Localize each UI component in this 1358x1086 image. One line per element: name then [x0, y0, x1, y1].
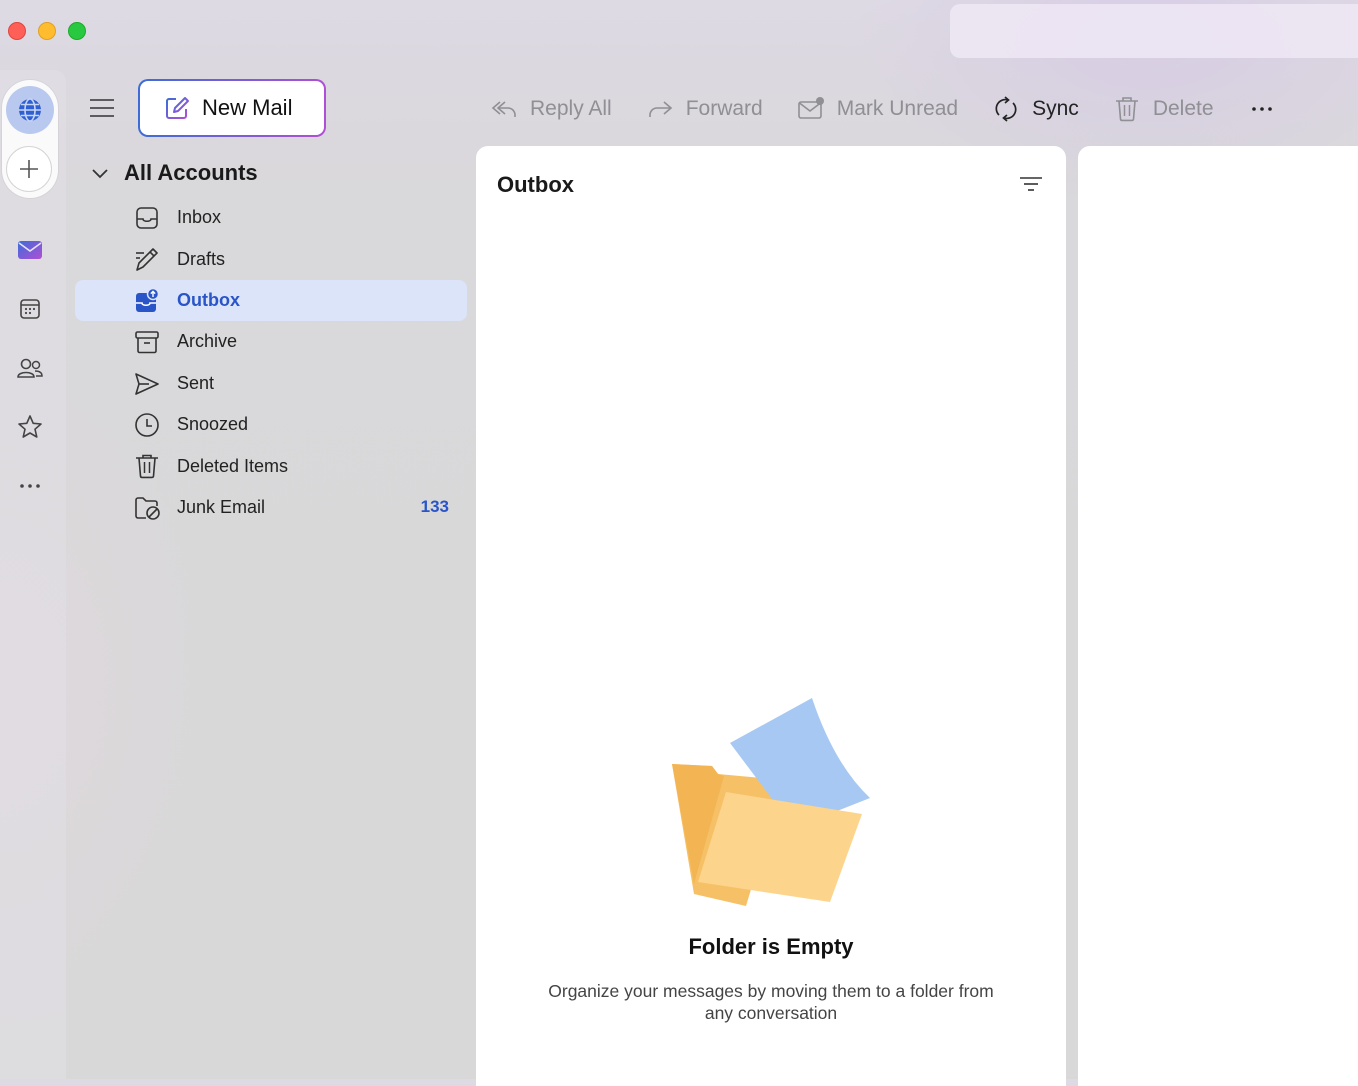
- rail-people-button[interactable]: [15, 353, 45, 383]
- reading-pane: [1078, 146, 1358, 1086]
- compose-icon: [166, 97, 189, 119]
- send-icon: [135, 372, 159, 395]
- junk-folder-icon: [135, 496, 160, 520]
- all-accounts-label: All Accounts: [124, 160, 258, 185]
- app-rail: [0, 70, 66, 1079]
- sync-label: Sync: [1032, 97, 1079, 120]
- clock-icon: [135, 413, 159, 437]
- new-mail-label: New Mail: [202, 95, 293, 120]
- plus-icon: [20, 160, 38, 178]
- sync-icon: [995, 96, 1017, 122]
- mail-unread-icon: [797, 97, 824, 119]
- folder-label: Archive: [177, 331, 238, 352]
- more-actions-button[interactable]: [1238, 86, 1286, 132]
- search-box[interactable]: [950, 4, 1358, 58]
- outbox-icon: [136, 287, 160, 312]
- folder-label: Sent: [177, 372, 215, 393]
- folder-label: Outbox: [177, 289, 240, 310]
- folder-item-deleted-items[interactable]: Deleted Items: [75, 445, 467, 486]
- folder-item-archive[interactable]: Archive: [75, 321, 467, 362]
- folder-item-drafts[interactable]: Drafts: [75, 238, 467, 279]
- folder-list: Inbox Drafts Outbox Archive Sent Snoozed…: [75, 197, 467, 528]
- all-accounts-header[interactable]: All Accounts: [88, 156, 258, 190]
- rail-mail-button[interactable]: [15, 235, 45, 265]
- reply-all-icon: [491, 101, 516, 117]
- message-list-title: Outbox: [497, 172, 574, 197]
- star-icon: [18, 415, 42, 438]
- empty-folder-illustration: [672, 698, 870, 906]
- forward-label: Forward: [685, 97, 763, 120]
- close-window-button[interactable]: [8, 22, 26, 40]
- add-account-button[interactable]: [6, 146, 52, 192]
- rail-favorites-button[interactable]: [15, 412, 45, 442]
- folder-item-junk-email[interactable]: Junk Email 133: [75, 487, 467, 528]
- forward-arrow-icon: [648, 101, 672, 117]
- hamburger-menu-icon[interactable]: [88, 94, 116, 122]
- chevron-down-icon: [92, 169, 108, 179]
- folder-label: Junk Email: [177, 496, 266, 517]
- rail-calendar-button[interactable]: [15, 294, 45, 324]
- folder-label: Inbox: [177, 207, 222, 228]
- folder-item-inbox[interactable]: Inbox: [75, 197, 467, 238]
- folder-item-outbox[interactable]: Outbox: [75, 279, 467, 322]
- mark-unread-label: Mark Unread: [836, 97, 959, 120]
- empty-state-description: Organize your messages by moving them to…: [548, 981, 994, 1023]
- mark-unread-button[interactable]: Mark Unread: [787, 86, 968, 132]
- folder-label: Deleted Items: [177, 455, 289, 476]
- more-horizontal-icon: [20, 484, 40, 488]
- archive-icon: [135, 331, 159, 354]
- sync-button[interactable]: Sync: [982, 86, 1089, 132]
- folder-item-sent[interactable]: Sent: [75, 363, 467, 404]
- people-icon: [17, 358, 43, 378]
- delete-label: Delete: [1152, 97, 1214, 120]
- delete-button[interactable]: Delete: [1103, 86, 1224, 132]
- folder-label: Snoozed: [177, 414, 249, 435]
- forward-button[interactable]: Forward: [636, 86, 773, 132]
- reply-all-button[interactable]: Reply All: [480, 86, 622, 132]
- folder-label: Drafts: [177, 248, 226, 269]
- all-accounts-globe-button[interactable]: [6, 86, 54, 134]
- calendar-icon: [20, 299, 40, 319]
- zoom-window-button[interactable]: [68, 22, 86, 40]
- globe-icon: [19, 98, 41, 122]
- mail-icon: [18, 241, 42, 259]
- message-list-pane: Outbox Folder is Empty Organize your mes…: [476, 146, 1066, 1086]
- inbox-icon: [136, 207, 158, 229]
- more-horizontal-icon: [1251, 107, 1272, 111]
- empty-state-title: Folder is Empty: [688, 934, 854, 959]
- drafts-pencil-icon: [136, 248, 158, 272]
- filter-icon[interactable]: [1018, 172, 1044, 198]
- unread-count-badge: 133: [420, 497, 449, 517]
- message-toolbar: Reply All Forward Mark Unread Sync Delet…: [480, 86, 1286, 132]
- minimize-window-button[interactable]: [38, 22, 56, 40]
- rail-more-button[interactable]: [15, 471, 45, 501]
- trash-icon: [1115, 97, 1138, 122]
- trash-icon: [136, 455, 158, 479]
- folder-item-snoozed[interactable]: Snoozed: [75, 404, 467, 445]
- reply-all-label: Reply All: [530, 97, 612, 120]
- new-mail-button[interactable]: New Mail: [138, 79, 326, 137]
